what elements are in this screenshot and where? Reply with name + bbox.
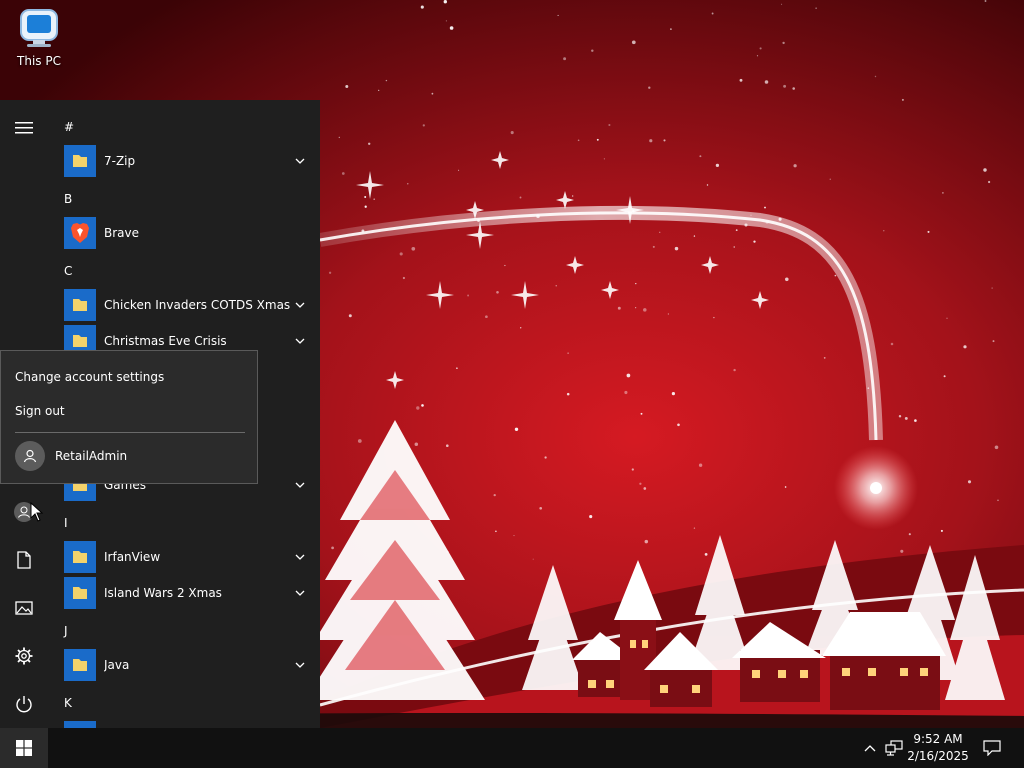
folder-icon (64, 649, 96, 681)
app-item-7zip[interactable]: 7-Zip (64, 145, 312, 177)
folder-icon (64, 577, 96, 609)
clock-time: 9:52 AM (913, 732, 963, 746)
document-icon (17, 551, 31, 569)
desktop-icon-label: This PC (17, 54, 61, 68)
user-avatar-icon (15, 441, 45, 471)
app-name: 7-Zip (104, 154, 136, 168)
brave-icon (64, 217, 96, 249)
group-header-j[interactable]: J (64, 624, 68, 638)
app-item-brave[interactable]: Brave (64, 217, 312, 249)
app-name: Brave (104, 226, 140, 240)
app-name: Chicken Invaders COTDS Xmas (104, 298, 291, 312)
settings-button[interactable] (0, 632, 48, 680)
flyout-user-item[interactable]: RetailAdmin (15, 441, 127, 471)
app-name: Island Wars 2 Xmas (104, 586, 222, 600)
clock-date: 2/16/2025 (907, 749, 969, 763)
app-tile-partial (64, 721, 96, 728)
taskbar-clock[interactable]: 9:52 AM 2/16/2025 (902, 731, 974, 765)
group-header-i[interactable]: I (64, 516, 68, 530)
hamburger-menu-icon (15, 122, 33, 134)
start-button[interactable] (0, 728, 48, 768)
mouse-cursor (30, 502, 44, 522)
flyout-divider (15, 432, 245, 433)
change-account-settings-item[interactable]: Change account settings (15, 370, 164, 384)
hamburger-button[interactable] (0, 104, 48, 152)
chevron-up-icon (864, 745, 876, 752)
app-item-partial[interactable] (64, 721, 312, 728)
desktop-icon-this-pc[interactable]: This PC (8, 6, 70, 76)
notification-icon (983, 740, 1001, 756)
group-header-hash[interactable]: # (64, 120, 74, 134)
chevron-down-icon[interactable] (292, 477, 308, 493)
user-name: RetailAdmin (55, 449, 128, 463)
chevron-down-icon[interactable] (292, 657, 308, 673)
group-header-b[interactable]: B (64, 192, 72, 206)
show-hidden-icons-button[interactable] (860, 728, 880, 768)
group-header-k[interactable]: K (64, 696, 72, 710)
app-name: IrfanView (104, 550, 161, 564)
chevron-down-icon[interactable] (292, 297, 308, 313)
chevron-down-icon[interactable] (292, 333, 308, 349)
app-item-irfanview[interactable]: IrfanView (64, 541, 312, 573)
this-pc-icon (20, 9, 58, 47)
app-name: Java (104, 658, 130, 672)
windows-logo-icon (16, 740, 32, 756)
documents-button[interactable] (0, 536, 48, 584)
power-icon (16, 696, 32, 713)
sign-out-item[interactable]: Sign out (15, 404, 65, 418)
folder-icon (64, 289, 96, 321)
pictures-button[interactable] (0, 584, 48, 632)
power-button[interactable] (0, 680, 48, 728)
chevron-down-icon[interactable] (292, 153, 308, 169)
chevron-down-icon[interactable] (292, 549, 308, 565)
group-header-c[interactable]: C (64, 264, 72, 278)
app-item-chicken-invaders[interactable]: Chicken Invaders COTDS Xmas (64, 289, 312, 321)
gear-icon (15, 647, 33, 665)
taskbar: 9:52 AM 2/16/2025 (0, 728, 1024, 768)
folder-icon (64, 145, 96, 177)
pictures-icon (15, 601, 33, 615)
chevron-down-icon[interactable] (292, 585, 308, 601)
app-name: Christmas Eve Crisis (104, 334, 227, 348)
action-center-button[interactable] (978, 728, 1006, 768)
app-item-java[interactable]: Java (64, 649, 312, 681)
app-item-island-wars[interactable]: Island Wars 2 Xmas (64, 577, 312, 609)
account-button[interactable] (0, 488, 48, 536)
folder-icon (64, 541, 96, 573)
network-icon (885, 740, 903, 756)
account-flyout: Change account settings Sign out RetailA… (0, 350, 258, 484)
